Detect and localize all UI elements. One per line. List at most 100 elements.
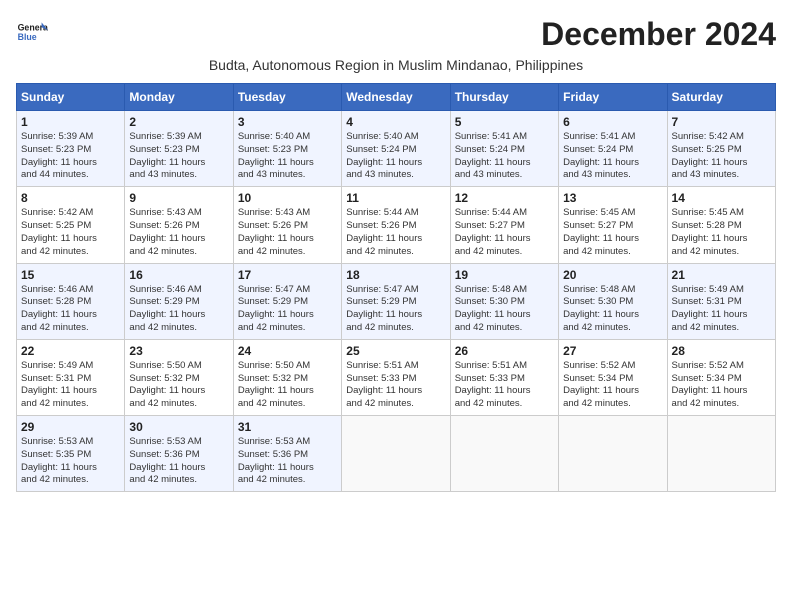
header-thursday: Thursday	[450, 84, 558, 111]
day-number: 13	[563, 191, 662, 205]
calendar-cell: 31 Sunrise: 5:53 AM Sunset: 5:36 PM Dayli…	[233, 416, 341, 492]
day-info: Sunrise: 5:40 AM Sunset: 5:24 PM Dayligh…	[346, 131, 445, 182]
calendar-cell: 10 Sunrise: 5:43 AM Sunset: 5:26 PM Dayli…	[233, 187, 341, 263]
calendar-cell: 29 Sunrise: 5:53 AM Sunset: 5:35 PM Dayli…	[17, 416, 125, 492]
day-number: 27	[563, 344, 662, 358]
day-info: Sunrise: 5:39 AM Sunset: 5:23 PM Dayligh…	[21, 131, 120, 182]
day-number: 9	[129, 191, 228, 205]
calendar-cell: 2 Sunrise: 5:39 AM Sunset: 5:23 PM Daylig…	[125, 111, 233, 187]
month-title: December 2024	[541, 16, 776, 53]
svg-text:Blue: Blue	[18, 32, 37, 42]
calendar-cell: 1 Sunrise: 5:39 AM Sunset: 5:23 PM Daylig…	[17, 111, 125, 187]
day-info: Sunrise: 5:45 AM Sunset: 5:27 PM Dayligh…	[563, 207, 662, 258]
day-number: 15	[21, 268, 120, 282]
day-number: 10	[238, 191, 337, 205]
day-info: Sunrise: 5:47 AM Sunset: 5:29 PM Dayligh…	[238, 284, 337, 335]
day-info: Sunrise: 5:41 AM Sunset: 5:24 PM Dayligh…	[563, 131, 662, 182]
calendar-cell: 11 Sunrise: 5:44 AM Sunset: 5:26 PM Dayli…	[342, 187, 450, 263]
day-number: 26	[455, 344, 554, 358]
day-info: Sunrise: 5:49 AM Sunset: 5:31 PM Dayligh…	[21, 360, 120, 411]
day-info: Sunrise: 5:41 AM Sunset: 5:24 PM Dayligh…	[455, 131, 554, 182]
header-monday: Monday	[125, 84, 233, 111]
calendar-cell: 27 Sunrise: 5:52 AM Sunset: 5:34 PM Dayli…	[559, 339, 667, 415]
calendar-cell: 30Sunrise: 5:53 AM Sunset: 5:36 PM Dayli…	[125, 416, 233, 492]
calendar-cell: 25 Sunrise: 5:51 AM Sunset: 5:33 PM Dayli…	[342, 339, 450, 415]
day-info: Sunrise: 5:39 AM Sunset: 5:23 PM Dayligh…	[129, 131, 228, 182]
calendar-cell: 7Sunrise: 5:42 AM Sunset: 5:25 PM Daylig…	[667, 111, 775, 187]
day-number: 29	[21, 420, 120, 434]
calendar-cell	[450, 416, 558, 492]
location-title: Budta, Autonomous Region in Muslim Minda…	[16, 57, 776, 73]
day-number: 6	[563, 115, 662, 129]
day-number: 28	[672, 344, 771, 358]
day-number: 14	[672, 191, 771, 205]
day-info: Sunrise: 5:50 AM Sunset: 5:32 PM Dayligh…	[238, 360, 337, 411]
calendar-cell: 28 Sunrise: 5:52 AM Sunset: 5:34 PM Dayli…	[667, 339, 775, 415]
day-info: Sunrise: 5:48 AM Sunset: 5:30 PM Dayligh…	[563, 284, 662, 335]
calendar-cell	[342, 416, 450, 492]
day-info: Sunrise: 5:53 AM Sunset: 5:36 PM Dayligh…	[238, 436, 337, 487]
day-info: Sunrise: 5:42 AM Sunset: 5:25 PM Dayligh…	[672, 131, 771, 182]
calendar-cell: 22 Sunrise: 5:49 AM Sunset: 5:31 PM Dayli…	[17, 339, 125, 415]
calendar-cell: 14 Sunrise: 5:45 AM Sunset: 5:28 PM Dayli…	[667, 187, 775, 263]
day-info: Sunrise: 5:43 AM Sunset: 5:26 PM Dayligh…	[129, 207, 228, 258]
logo: General Blue	[16, 16, 48, 48]
header-tuesday: Tuesday	[233, 84, 341, 111]
day-info: Sunrise: 5:53 AM Sunset: 5:35 PM Dayligh…	[21, 436, 120, 487]
header-sunday: Sunday	[17, 84, 125, 111]
day-number: 22	[21, 344, 120, 358]
calendar-cell: 9 Sunrise: 5:43 AM Sunset: 5:26 PM Daylig…	[125, 187, 233, 263]
day-number: 19	[455, 268, 554, 282]
calendar-cell: 8 Sunrise: 5:42 AM Sunset: 5:25 PM Daylig…	[17, 187, 125, 263]
calendar-cell	[559, 416, 667, 492]
day-info: Sunrise: 5:42 AM Sunset: 5:25 PM Dayligh…	[21, 207, 120, 258]
day-number: 25	[346, 344, 445, 358]
day-info: Sunrise: 5:52 AM Sunset: 5:34 PM Dayligh…	[672, 360, 771, 411]
day-number: 2	[129, 115, 228, 129]
calendar-cell: 24 Sunrise: 5:50 AM Sunset: 5:32 PM Dayli…	[233, 339, 341, 415]
day-number: 3	[238, 115, 337, 129]
day-info: Sunrise: 5:47 AM Sunset: 5:29 PM Dayligh…	[346, 284, 445, 335]
calendar-cell: 13 Sunrise: 5:45 AM Sunset: 5:27 PM Dayli…	[559, 187, 667, 263]
calendar-cell: 19 Sunrise: 5:48 AM Sunset: 5:30 PM Dayli…	[450, 263, 558, 339]
calendar-cell: 15 Sunrise: 5:46 AM Sunset: 5:28 PM Dayli…	[17, 263, 125, 339]
calendar-cell: 17 Sunrise: 5:47 AM Sunset: 5:29 PM Dayli…	[233, 263, 341, 339]
day-number: 11	[346, 191, 445, 205]
header: General Blue December 2024	[16, 16, 776, 53]
day-info: Sunrise: 5:48 AM Sunset: 5:30 PM Dayligh…	[455, 284, 554, 335]
calendar-cell: 18Sunrise: 5:47 AM Sunset: 5:29 PM Dayli…	[342, 263, 450, 339]
header-saturday: Saturday	[667, 84, 775, 111]
day-info: Sunrise: 5:40 AM Sunset: 5:23 PM Dayligh…	[238, 131, 337, 182]
day-number: 23	[129, 344, 228, 358]
day-number: 24	[238, 344, 337, 358]
general-blue-logo-icon: General Blue	[16, 16, 48, 48]
day-number: 17	[238, 268, 337, 282]
calendar-week-row: 22 Sunrise: 5:49 AM Sunset: 5:31 PM Dayli…	[17, 339, 776, 415]
day-info: Sunrise: 5:43 AM Sunset: 5:26 PM Dayligh…	[238, 207, 337, 258]
calendar-cell: 20Sunrise: 5:48 AM Sunset: 5:30 PM Dayli…	[559, 263, 667, 339]
calendar-cell: 23Sunrise: 5:50 AM Sunset: 5:32 PM Dayli…	[125, 339, 233, 415]
day-number: 12	[455, 191, 554, 205]
calendar-cell: 12Sunrise: 5:44 AM Sunset: 5:27 PM Dayli…	[450, 187, 558, 263]
day-number: 16	[129, 268, 228, 282]
day-number: 30	[129, 420, 228, 434]
calendar-cell: 21Sunrise: 5:49 AM Sunset: 5:31 PM Dayli…	[667, 263, 775, 339]
day-info: Sunrise: 5:44 AM Sunset: 5:26 PM Dayligh…	[346, 207, 445, 258]
day-number: 21	[672, 268, 771, 282]
header-wednesday: Wednesday	[342, 84, 450, 111]
calendar-header-row: SundayMondayTuesdayWednesdayThursdayFrid…	[17, 84, 776, 111]
day-number: 5	[455, 115, 554, 129]
calendar-table: SundayMondayTuesdayWednesdayThursdayFrid…	[16, 83, 776, 492]
calendar-cell: 5 Sunrise: 5:41 AM Sunset: 5:24 PM Daylig…	[450, 111, 558, 187]
day-info: Sunrise: 5:46 AM Sunset: 5:28 PM Dayligh…	[21, 284, 120, 335]
day-info: Sunrise: 5:46 AM Sunset: 5:29 PM Dayligh…	[129, 284, 228, 335]
day-number: 8	[21, 191, 120, 205]
day-info: Sunrise: 5:51 AM Sunset: 5:33 PM Dayligh…	[346, 360, 445, 411]
day-number: 31	[238, 420, 337, 434]
day-info: Sunrise: 5:45 AM Sunset: 5:28 PM Dayligh…	[672, 207, 771, 258]
calendar-cell	[667, 416, 775, 492]
calendar-week-row: 29 Sunrise: 5:53 AM Sunset: 5:35 PM Dayli…	[17, 416, 776, 492]
day-info: Sunrise: 5:52 AM Sunset: 5:34 PM Dayligh…	[563, 360, 662, 411]
calendar-cell: 3 Sunrise: 5:40 AM Sunset: 5:23 PM Daylig…	[233, 111, 341, 187]
day-number: 1	[21, 115, 120, 129]
